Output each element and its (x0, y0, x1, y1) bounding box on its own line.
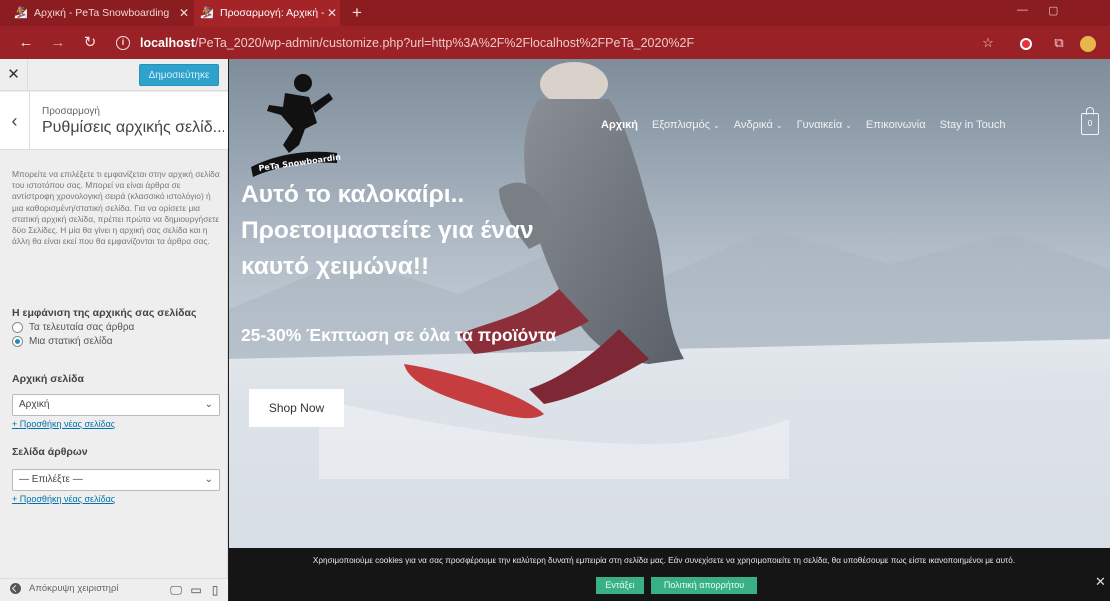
menu-item-men[interactable]: Ανδρικά ⌄ (734, 119, 783, 131)
customizer-footer: Απόκρυψη χειριστηρί 🖵 ▭ ▯ (0, 578, 228, 601)
url-field[interactable]: i localhost/PeTa_2020/wp-admin/customize… (116, 32, 956, 53)
menu-item-equipment[interactable]: Εξοπλισμός ⌄ (652, 119, 720, 131)
radio-button[interactable] (12, 336, 23, 347)
chevron-down-icon: ⌄ (713, 121, 720, 130)
posts-page-title: Σελίδα άρθρων (12, 446, 88, 458)
add-new-page-link[interactable]: + Προσθήκη νέας σελίδας (12, 419, 115, 429)
display-setting-title: Η εμφάνιση της αρχικής σας σελίδας (12, 307, 197, 319)
shop-now-button[interactable]: Shop Now (249, 389, 344, 427)
browser-tab-customize[interactable]: 🏂 Προσαρμογή: Αρχική - PeTa Sno ✕ (194, 0, 340, 26)
hero-title: Αυτό το καλοκαίρι.. Προετοιμαστείτε για … (241, 177, 671, 285)
radio-button[interactable] (12, 322, 23, 333)
window-maximize-icon[interactable]: ▢ (1048, 4, 1058, 17)
posts-page-select[interactable]: — Επιλέξτε — ⌄ (12, 469, 220, 491)
close-icon[interactable]: ✕ (1095, 574, 1107, 590)
menu-item-stay-in-touch[interactable]: Stay in Touch (940, 119, 1006, 131)
chevron-down-icon: ⌄ (204, 474, 213, 485)
chevron-down-icon: ⌄ (204, 399, 213, 410)
select-value: — Επιλέξτε — (19, 474, 83, 485)
close-icon[interactable]: ✕ (0, 59, 28, 91)
hero-title-line: Αυτό το καλοκαίρι.. (241, 181, 465, 208)
address-bar: ← → ↻ i localhost/PeTa_2020/wp-admin/cus… (0, 26, 1110, 59)
site-info-icon[interactable]: i (116, 35, 130, 50)
tablet-preview-icon[interactable]: ▭ (188, 582, 204, 598)
collections-icon[interactable]: ⧉ (1049, 26, 1069, 59)
radio-label: Μια στατική σελίδα (29, 336, 113, 347)
cart-count: 0 (1087, 119, 1093, 128)
collapse-icon (10, 583, 21, 594)
customizer-header: ✕ Δημοσιεύτηκε (0, 59, 228, 91)
cookie-notice-text: Χρησιμοποιούμε cookies για να σας προσφέ… (312, 556, 1016, 565)
tab-title: Αρχική - PeTa Snowboarding (34, 7, 170, 19)
homepage-select[interactable]: Αρχική ⌄ (12, 394, 220, 416)
radio-static-page[interactable]: Μια στατική σελίδα (12, 336, 113, 347)
browser-tab-home[interactable]: 🏂 Αρχική - PeTa Snowboarding ✕ (14, 0, 192, 26)
tab-close-icon[interactable]: ✕ (176, 6, 192, 20)
url-path: /PeTa_2020/wp-admin/customize.php?url=ht… (194, 35, 695, 50)
radio-label: Τα τελευταία σας άρθρα (29, 322, 135, 333)
snowboarder-favicon-icon: 🏂 (200, 7, 214, 19)
section-description: Μπορείτε να επιλέξετε τι εμφανίζεται στη… (12, 169, 220, 247)
tab-title: Προσαρμογή: Αρχική - PeTa Sno (220, 7, 324, 19)
back-arrow-icon[interactable]: ← (14, 26, 38, 59)
browser-tab-strip: 🏂 Αρχική - PeTa Snowboarding ✕ 🏂 Προσαρμ… (0, 0, 1110, 26)
add-new-page-link[interactable]: + Προσθήκη νέας σελίδας (12, 494, 115, 504)
url-host: localhost (140, 35, 195, 50)
back-chevron-icon[interactable]: ‹ (0, 92, 30, 150)
section-title: Ρυθμίσεις αρχικής σελίδ... (42, 119, 224, 136)
hero-title-line: καυτό χειμώνα!! (241, 253, 430, 280)
favorite-star-icon[interactable]: ☆ (978, 26, 998, 59)
site-logo[interactable]: PeTa Snowboarding (245, 71, 341, 181)
desktop-preview-icon[interactable]: 🖵 (168, 582, 184, 598)
chevron-down-icon: ⌄ (845, 121, 852, 130)
hero-title-line: Προετοιμαστείτε για έναν (241, 217, 534, 244)
snowboarder-favicon-icon: 🏂 (14, 7, 28, 19)
hide-controls-label: Απόκρυψη χειριστηρί (29, 583, 119, 594)
site-navigation: Αρχική Εξοπλισμός ⌄ Ανδρικά ⌄ Γυναικεία ⌄ Ε… (601, 119, 1019, 131)
window-minimize-icon[interactable]: — (1017, 4, 1028, 16)
breadcrumb: Προσαρμογή (42, 106, 100, 117)
hero-subtitle: 25-30% Έκπτωση σε όλα τα προϊόντα (241, 325, 557, 345)
publish-button[interactable]: Δημοσιεύτηκε (139, 64, 219, 86)
select-value: Αρχική (19, 399, 50, 410)
customizer-sidebar: ✕ Δημοσιεύτηκε ‹ Προσαρμογή Ρυθμίσεις αρ… (0, 59, 228, 601)
privacy-policy-button[interactable]: Πολιτική απορρήτου (651, 577, 757, 594)
reload-icon[interactable]: ↻ (78, 26, 102, 59)
profile-avatar-icon[interactable] (1078, 26, 1098, 59)
menu-item-contact[interactable]: Επικοινωνία (866, 119, 926, 131)
extension-icon[interactable] (1016, 26, 1036, 59)
forward-arrow-icon[interactable]: → (46, 26, 70, 59)
chevron-down-icon: ⌄ (775, 121, 783, 130)
cookie-accept-button[interactable]: Εντάξει (596, 577, 644, 594)
homepage-title: Αρχική σελίδα (12, 373, 84, 385)
shopping-bag-icon[interactable]: 0 (1081, 107, 1099, 135)
tab-close-icon[interactable]: ✕ (324, 6, 340, 20)
menu-item-home[interactable]: Αρχική (601, 119, 638, 131)
radio-latest-posts[interactable]: Τα τελευταία σας άρθρα (12, 322, 134, 333)
section-header: ‹ Προσαρμογή Ρυθμίσεις αρχικής σελίδ... (0, 92, 228, 150)
menu-item-women[interactable]: Γυναικεία ⌄ (797, 119, 852, 131)
site-preview: PeTa Snowboarding Αρχική Εξοπλισμός ⌄ Ανδ… (229, 59, 1110, 601)
cookie-banner: Χρησιμοποιούμε cookies για να σας προσφέ… (229, 548, 1110, 601)
hide-controls-button[interactable]: Απόκρυψη χειριστηρί (10, 583, 118, 594)
mobile-preview-icon[interactable]: ▯ (207, 582, 223, 598)
new-tab-plus-icon[interactable]: + (346, 2, 368, 24)
